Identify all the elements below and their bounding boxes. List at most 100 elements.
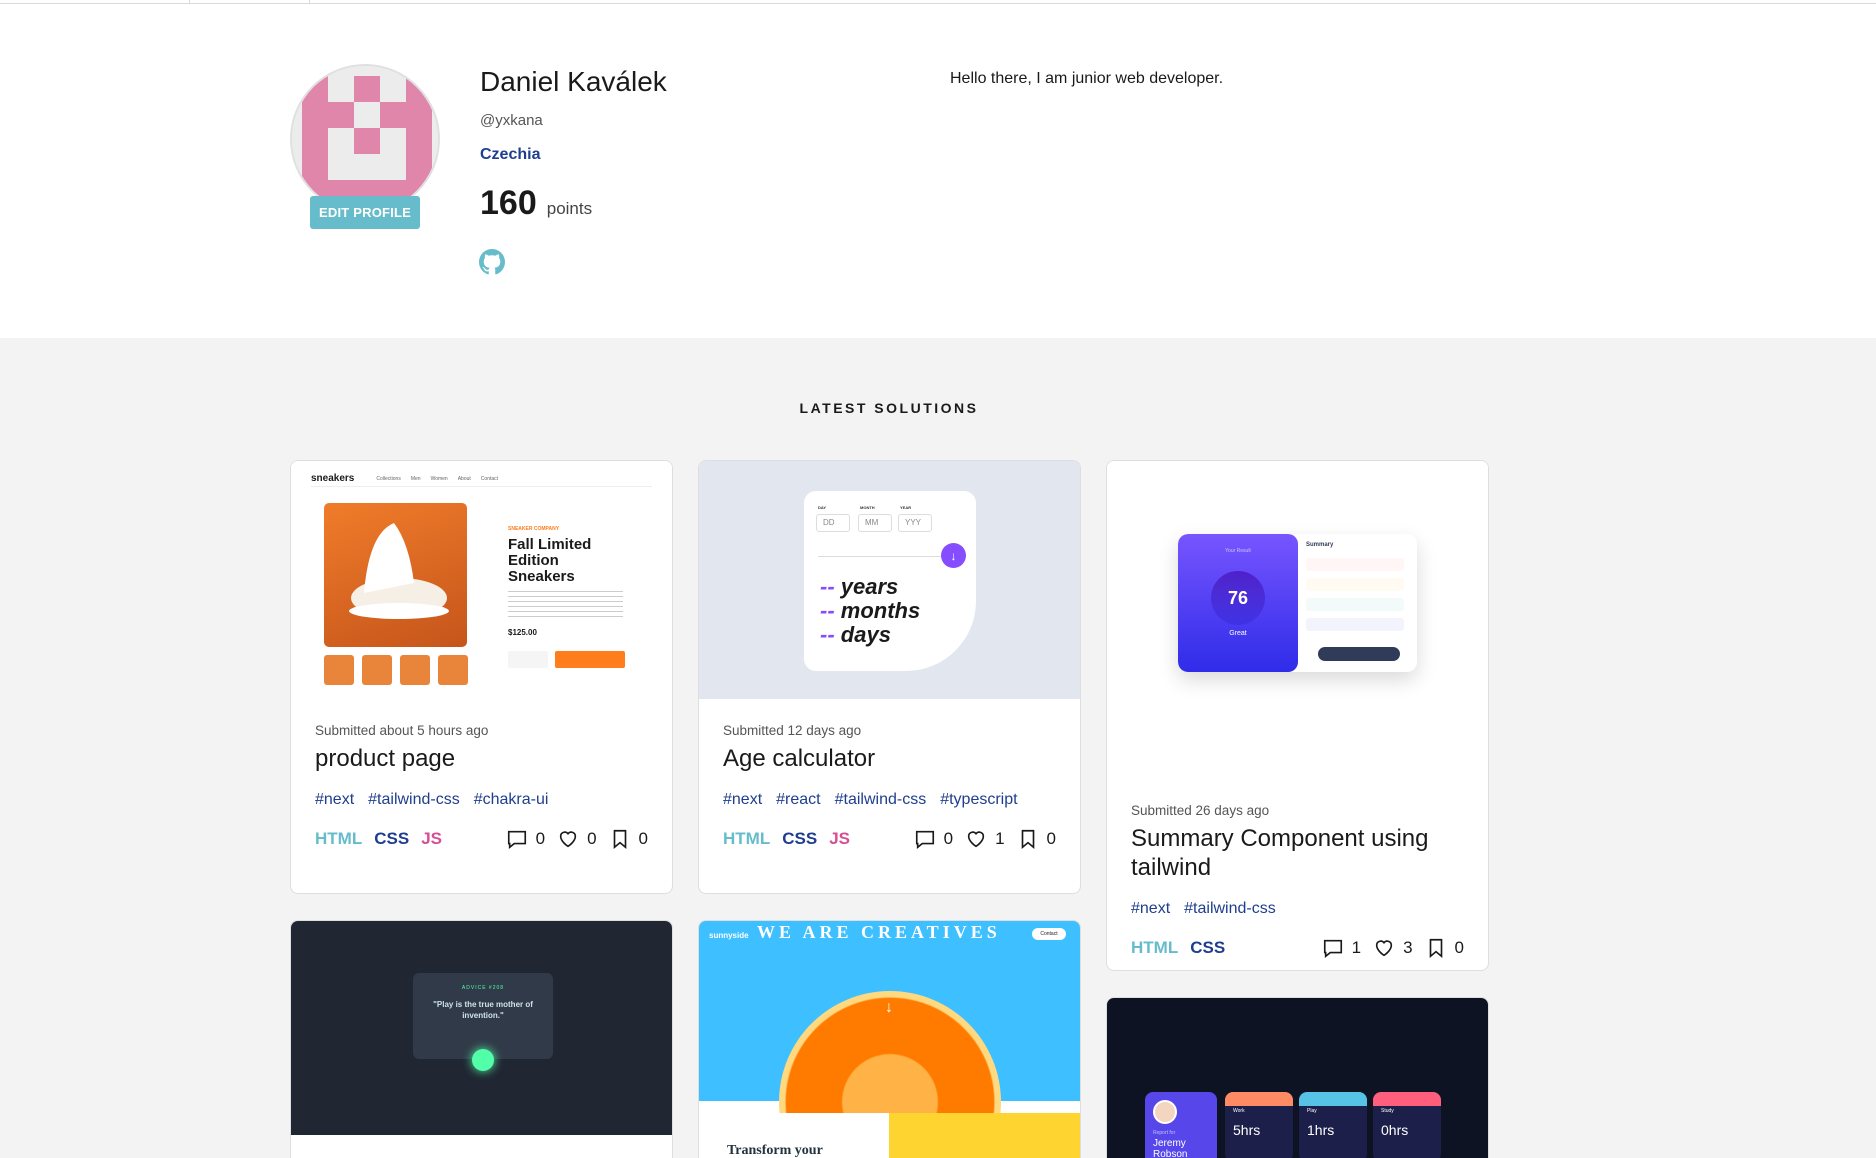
profile-country[interactable]: Czechia — [480, 146, 540, 164]
preview-company: SNEAKER COMPANY — [508, 526, 560, 532]
solution-preview-image[interactable]: sneakers Collections Men Women About Con… — [291, 461, 672, 699]
tag-link[interactable]: #next — [1131, 900, 1170, 918]
comment-icon — [915, 830, 934, 849]
tag-link[interactable]: #react — [776, 791, 820, 809]
preview-price: $125.00 — [508, 628, 537, 637]
solution-preview-image[interactable]: Report for Jeremy Robson Work 5hrs Play … — [1107, 998, 1488, 1158]
preview-thumbnail — [400, 655, 430, 685]
preview-result-line: -- months — [820, 598, 921, 623]
preview-cart-button — [555, 651, 625, 668]
solution-title[interactable]: Age calculator — [723, 744, 1056, 773]
preview-profile-card: Report for Jeremy Robson — [1145, 1092, 1217, 1158]
profile-points: 160 points — [480, 184, 592, 223]
language-list: HTML CSS JS — [723, 829, 850, 849]
heart-icon — [1375, 940, 1393, 957]
solution-card[interactable]: ADVICE #208 "Play is the true mother of … — [290, 920, 673, 1158]
preview-score: 76 — [1211, 571, 1265, 625]
bookmarks-stat[interactable]: 0 — [1425, 937, 1464, 959]
solution-card[interactable]: sneakers Collections Men Women About Con… — [290, 460, 673, 894]
preview-text-block: Transform your — [699, 1113, 889, 1158]
preview-time-card: Work 5hrs — [1225, 1092, 1293, 1158]
comments-stat[interactable]: 0 — [914, 828, 953, 850]
profile-bio: Hello there, I am junior web developer. — [950, 70, 1224, 87]
bookmarks-stat[interactable]: 0 — [1017, 828, 1056, 850]
language-css: CSS — [374, 829, 410, 848]
solution-stats: 0 0 0 — [506, 828, 648, 850]
preview-label: YEAR — [900, 505, 912, 510]
preview-continue-button — [1318, 647, 1400, 661]
profile-handle: @yxkana — [480, 112, 543, 129]
arrow-down-icon: ↓ — [941, 543, 966, 568]
preview-product-image — [324, 503, 467, 647]
solution-title[interactable]: Summary Component using tailwind — [1131, 824, 1464, 882]
heart-icon — [559, 831, 577, 848]
likes-stat[interactable]: 1 — [965, 828, 1005, 850]
language-js: JS — [421, 829, 442, 848]
github-icon[interactable] — [479, 249, 505, 275]
language-html: HTML — [315, 829, 363, 848]
solution-preview-image[interactable]: ADVICE #208 "Play is the true mother of … — [291, 921, 672, 1135]
solution-tags: #next #tailwind-css #chakra-ui — [315, 791, 648, 809]
likes-count: 0 — [587, 829, 597, 848]
comments-stat[interactable]: 0 — [506, 828, 545, 850]
comments-stat[interactable]: 1 — [1322, 937, 1361, 959]
submitted-time: Submitted about 5 hours ago — [315, 723, 489, 738]
solution-card[interactable]: sunnyside WE ARE CREATIVES Contact ↓ Tra… — [698, 920, 1081, 1158]
preview-summary-row — [1306, 618, 1404, 631]
heart-icon — [967, 831, 985, 848]
tag-link[interactable]: #tailwind-css — [368, 791, 460, 809]
preview-nav-link: About — [457, 475, 471, 482]
points-label: points — [546, 199, 593, 218]
preview-quantity — [508, 651, 548, 668]
preview-contact: Contact — [1032, 928, 1066, 940]
preview-advice-card: ADVICE #208 "Play is the true mother of … — [413, 973, 553, 1059]
preview-advice-label: ADVICE #208 — [461, 985, 505, 991]
latest-solutions-section: LATEST SOLUTIONS sneakers Collections Me… — [0, 338, 1876, 1158]
likes-count: 3 — [1403, 938, 1413, 957]
language-html: HTML — [1131, 938, 1179, 957]
solution-title[interactable]: product page — [315, 744, 648, 773]
preview-input: DD — [816, 514, 850, 532]
preview-nav-link: Men — [410, 475, 421, 482]
solution-preview-image[interactable]: sunnyside WE ARE CREATIVES Contact ↓ Tra… — [699, 921, 1080, 1158]
tag-link[interactable]: #tailwind-css — [835, 791, 927, 809]
arrow-down-icon: ↓ — [885, 999, 893, 1016]
preview-summary-row — [1306, 558, 1404, 571]
language-html: HTML — [723, 829, 771, 848]
preview-summary-component: Your Result 76 Great Summary — [1178, 534, 1417, 672]
preview-label: DAY — [818, 505, 827, 510]
preview-nav-link: Contact — [480, 475, 499, 482]
comment-icon — [1323, 939, 1342, 958]
edit-profile-button[interactable]: EDIT PROFILE — [310, 196, 420, 229]
likes-stat[interactable]: 0 — [557, 828, 597, 850]
preview-summary-label: Summary — [1306, 542, 1334, 548]
solution-tags: #next #react #tailwind-css #typescript — [723, 791, 1056, 809]
preview-result-panel: Your Result 76 Great — [1178, 534, 1298, 672]
bookmarks-stat[interactable]: 0 — [609, 828, 648, 850]
tag-link[interactable]: #tailwind-css — [1184, 900, 1276, 918]
solution-card[interactable]: Report for Jeremy Robson Work 5hrs Play … — [1106, 997, 1489, 1158]
solution-card[interactable]: Your Result 76 Great Summary Submitted 2… — [1106, 460, 1489, 971]
preview-thumbnail — [438, 655, 468, 685]
preview-grade: Great — [1229, 630, 1247, 637]
submitted-time: Submitted 12 days ago — [723, 723, 862, 738]
preview-nav: sneakers Collections Men Women About Con… — [311, 471, 652, 487]
solution-preview-image[interactable]: Your Result 76 Great Summary — [1107, 461, 1488, 779]
preview-transform-text: Transform your — [727, 1143, 823, 1158]
avatar-container: EDIT PROFILE — [290, 64, 440, 229]
preview-age-card: DAY MONTH YEAR DD MM YYY ↓ -- years -- m… — [804, 491, 976, 671]
likes-stat[interactable]: 3 — [1373, 937, 1413, 959]
solution-stats: 1 3 0 — [1322, 937, 1464, 959]
tag-link[interactable]: #next — [315, 791, 354, 809]
preview-summary-row — [1306, 598, 1404, 611]
comment-icon — [507, 830, 526, 849]
preview-headline: WE ARE CREATIVES — [757, 922, 1001, 942]
tag-link[interactable]: #next — [723, 791, 762, 809]
preview-input: MM — [858, 514, 892, 532]
profile-section: EDIT PROFILE Daniel Kaválek @yxkana Czec… — [0, 4, 1876, 338]
solution-card[interactable]: DAY MONTH YEAR DD MM YYY ↓ -- years -- m… — [698, 460, 1081, 894]
tag-link[interactable]: #typescript — [940, 791, 1017, 809]
tag-link[interactable]: #chakra-ui — [474, 791, 549, 809]
preview-thumbnail — [324, 655, 354, 685]
solution-preview-image[interactable]: DAY MONTH YEAR DD MM YYY ↓ -- years -- m… — [699, 461, 1080, 699]
